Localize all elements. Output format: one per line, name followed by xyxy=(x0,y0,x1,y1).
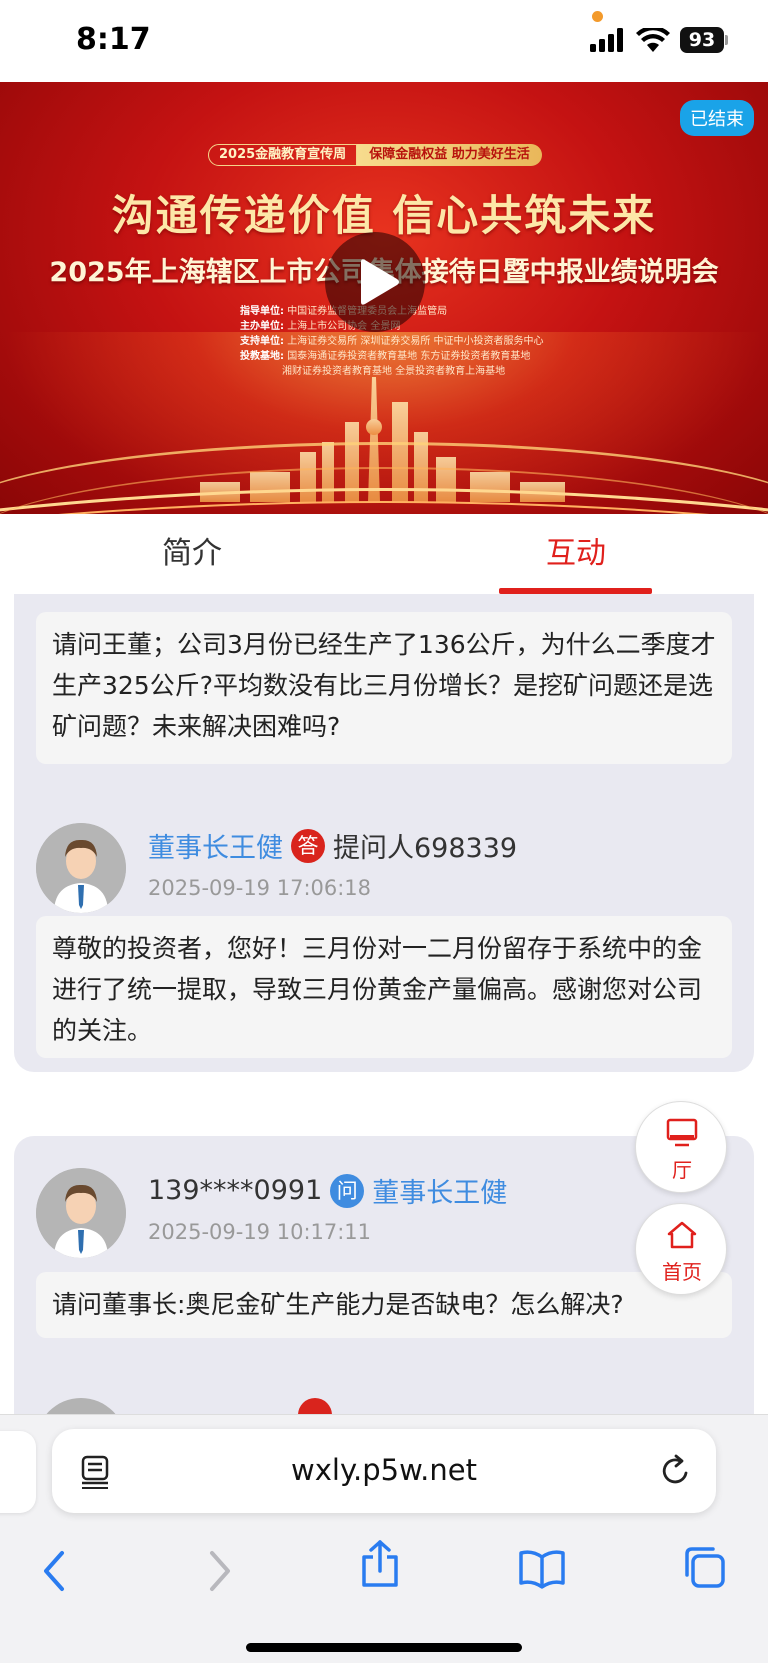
url-text: wxly.p5w.net xyxy=(291,1453,477,1487)
interaction-feed[interactable]: 请问王董；公司3月份已经生产了136公斤，为什么二季度才生产325公斤?平均数没… xyxy=(0,594,768,1414)
question-meta: 139****0991 问 董事长王健 xyxy=(148,1171,507,1210)
responder-name[interactable]: 董事长王健 xyxy=(148,826,283,865)
play-icon xyxy=(361,259,399,305)
video-player[interactable]: 已结束 2025金融教育宣传周 保障金融权益 助力美好生活 沟通传递价值 信心共… xyxy=(0,82,768,514)
answer-meta: 董事长王健 答 提问人698339 xyxy=(148,826,517,865)
reload-icon[interactable] xyxy=(660,1453,692,1487)
avatar-icon xyxy=(36,823,126,913)
battery-level: 93 xyxy=(680,27,724,53)
privacy-indicator-dot xyxy=(592,11,603,22)
tab-intro[interactable]: 简介 xyxy=(0,514,384,594)
browser-toolbar: wxly.p5w.net xyxy=(0,1414,768,1663)
live-ended-badge: 已结束 xyxy=(680,100,754,136)
question-timestamp: 2025-09-19 10:17:11 xyxy=(148,1220,372,1244)
campaign-tag-left: 2025金融教育宣传周 xyxy=(208,144,358,166)
tab-bar: 简介 互动 xyxy=(0,514,768,594)
asker-name: 提问人698339 xyxy=(333,833,518,864)
avatar-icon xyxy=(36,1168,126,1258)
addressee-name[interactable]: 董事长王健 xyxy=(372,1171,507,1210)
forward-icon[interactable] xyxy=(204,1549,234,1593)
battery-icon: 93 xyxy=(680,27,728,53)
asker-name: 139****0991 xyxy=(148,1175,323,1206)
avatar xyxy=(36,823,126,913)
tabs-icon[interactable] xyxy=(682,1545,726,1589)
campaign-tag-right: 保障金融权益 助力美好生活 xyxy=(357,144,542,166)
wifi-icon xyxy=(636,28,670,52)
answer-text: 尊敬的投资者，您好！三月份对一二月份留存于系统中的金进行了统一提取，导致三月份黄… xyxy=(36,916,732,1058)
hall-button-label: 厅 xyxy=(672,1158,692,1182)
tab-interaction[interactable]: 互动 xyxy=(384,514,768,594)
answer-timestamp: 2025-09-19 17:06:18 xyxy=(148,876,372,900)
back-icon[interactable] xyxy=(40,1549,70,1593)
status-bar: 8:17 93 xyxy=(0,0,768,82)
tab-intro-label: 简介 xyxy=(162,536,222,571)
status-time: 8:17 xyxy=(76,22,151,57)
avatar xyxy=(36,1168,126,1258)
home-icon xyxy=(667,1221,697,1249)
avatar xyxy=(36,1398,126,1414)
campaign-tag: 2025金融教育宣传周 保障金融权益 助力美好生活 xyxy=(208,144,542,166)
question-text: 请问王董；公司3月份已经生产了136公斤，为什么二季度才生产325公斤?平均数没… xyxy=(36,612,732,764)
monitor-icon xyxy=(666,1118,698,1147)
bookmarks-icon[interactable] xyxy=(518,1549,566,1589)
question-text: 请问董事长:奥尼金矿生产能力是否缺电？怎么解决? xyxy=(36,1272,732,1338)
home-button[interactable]: 首页 xyxy=(635,1203,727,1295)
qa-card: 请问王董；公司3月份已经生产了136公斤，为什么二季度才生产325公斤?平均数没… xyxy=(14,594,754,1072)
answer-badge-partial xyxy=(298,1398,332,1414)
home-button-label: 首页 xyxy=(662,1260,702,1284)
share-icon[interactable] xyxy=(360,1539,400,1589)
question-badge: 问 xyxy=(330,1173,365,1208)
answer-badge: 答 xyxy=(291,828,325,863)
address-bar[interactable]: wxly.p5w.net xyxy=(52,1429,716,1513)
home-indicator xyxy=(246,1643,522,1652)
tab-interaction-label: 互动 xyxy=(546,536,606,571)
signal-icon xyxy=(590,28,623,52)
play-button[interactable] xyxy=(325,232,425,332)
hall-button[interactable]: 厅 xyxy=(635,1101,727,1193)
previous-tab-preview[interactable] xyxy=(0,1431,36,1513)
